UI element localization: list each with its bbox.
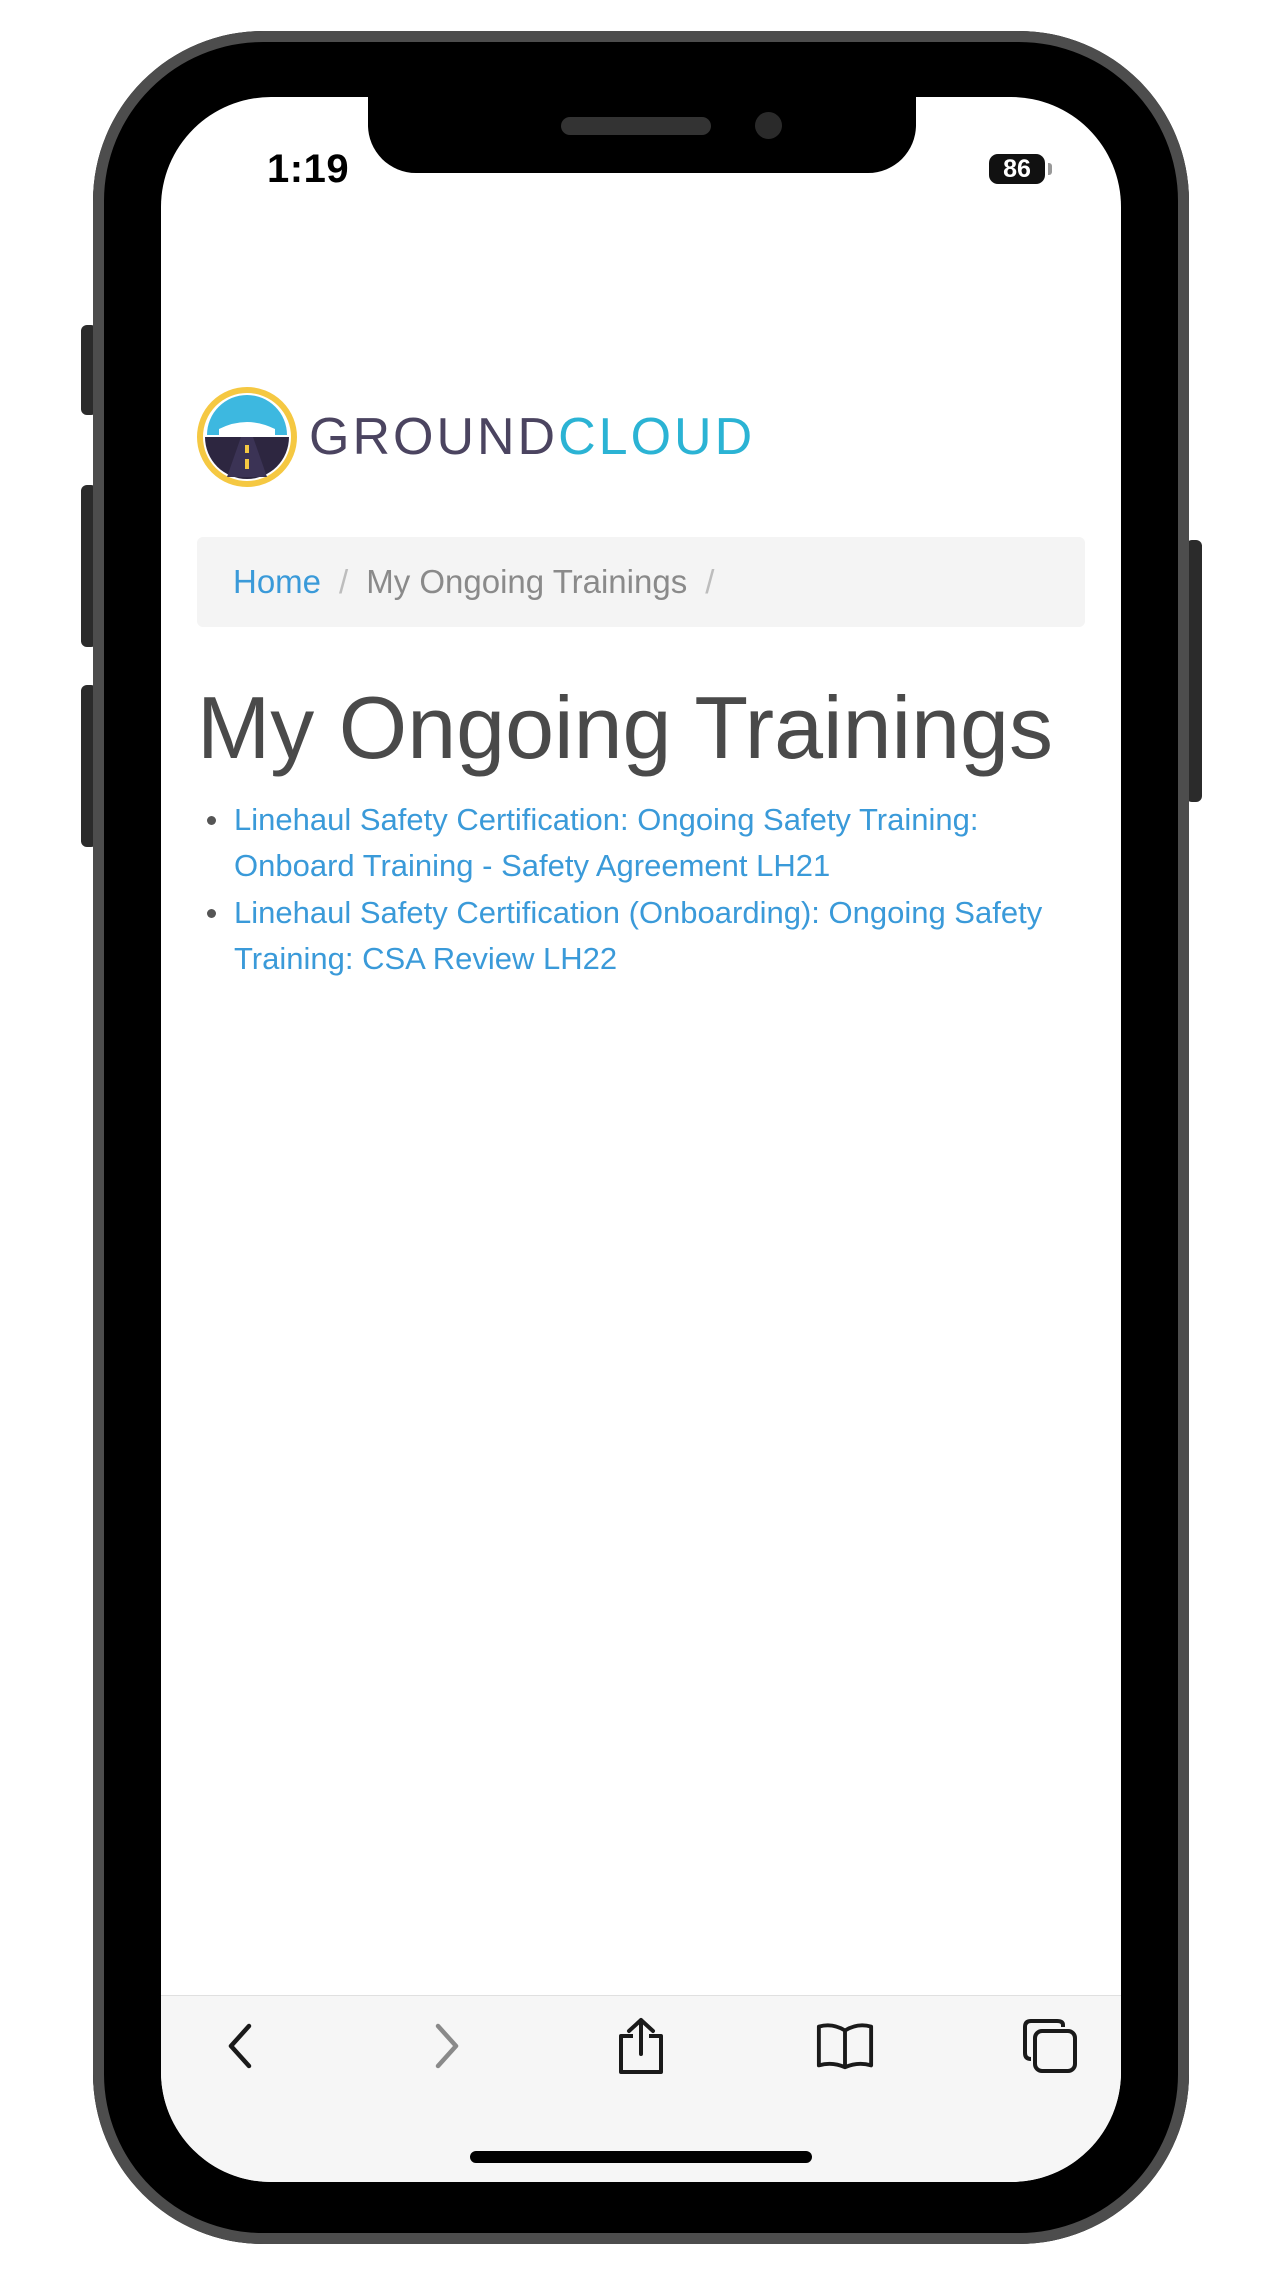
back-button[interactable]	[211, 2016, 271, 2076]
breadcrumb-current: My Ongoing Trainings	[366, 563, 688, 600]
home-indicator[interactable]	[470, 2151, 812, 2163]
bookmarks-icon	[816, 2023, 874, 2070]
breadcrumb-home-link[interactable]: Home	[233, 563, 321, 601]
groundcloud-logo-icon	[197, 387, 297, 487]
list-item: Linehaul Safety Certification: Ongoing S…	[197, 797, 1087, 889]
training-link[interactable]: Linehaul Safety Certification: Ongoing S…	[234, 802, 978, 883]
forward-button[interactable]	[416, 2016, 476, 2076]
notch	[368, 97, 916, 173]
groundcloud-logo[interactable]: GROUNDCLOUD	[197, 387, 755, 487]
logo-wordmark: GROUNDCLOUD	[309, 407, 755, 467]
share-button[interactable]	[611, 2016, 671, 2076]
breadcrumb-separator: /	[705, 563, 715, 600]
speaker-grille	[561, 117, 711, 135]
back-icon	[228, 2023, 252, 2069]
logo-word-cloud: CLOUD	[558, 408, 756, 466]
page-title: My Ongoing Trainings	[197, 678, 1053, 777]
status-time: 1:19	[267, 147, 350, 191]
bullet-icon	[207, 909, 216, 918]
battery-indicator: 86	[989, 154, 1045, 184]
tabs-button[interactable]	[1020, 2016, 1080, 2076]
front-camera	[755, 112, 782, 139]
list-item: Linehaul Safety Certification (Onboardin…	[197, 890, 1087, 982]
phone-screen: 1:19 86 GROUNDCLOUD Home / My Ongoing Tr…	[161, 97, 1121, 2182]
bullet-icon	[207, 816, 216, 825]
forward-icon	[435, 2023, 459, 2069]
breadcrumb: Home / My Ongoing Trainings /	[197, 537, 1085, 627]
training-link[interactable]: Linehaul Safety Certification (Onboardin…	[234, 895, 1042, 976]
training-list: Linehaul Safety Certification: Ongoing S…	[197, 797, 1087, 983]
logo-word-ground: GROUND	[309, 408, 559, 466]
breadcrumb-separator: /	[339, 563, 349, 600]
bookmarks-button[interactable]	[815, 2016, 875, 2076]
battery-nub	[1048, 163, 1052, 175]
tabs-icon	[1023, 2019, 1077, 2073]
share-icon	[619, 2018, 663, 2074]
